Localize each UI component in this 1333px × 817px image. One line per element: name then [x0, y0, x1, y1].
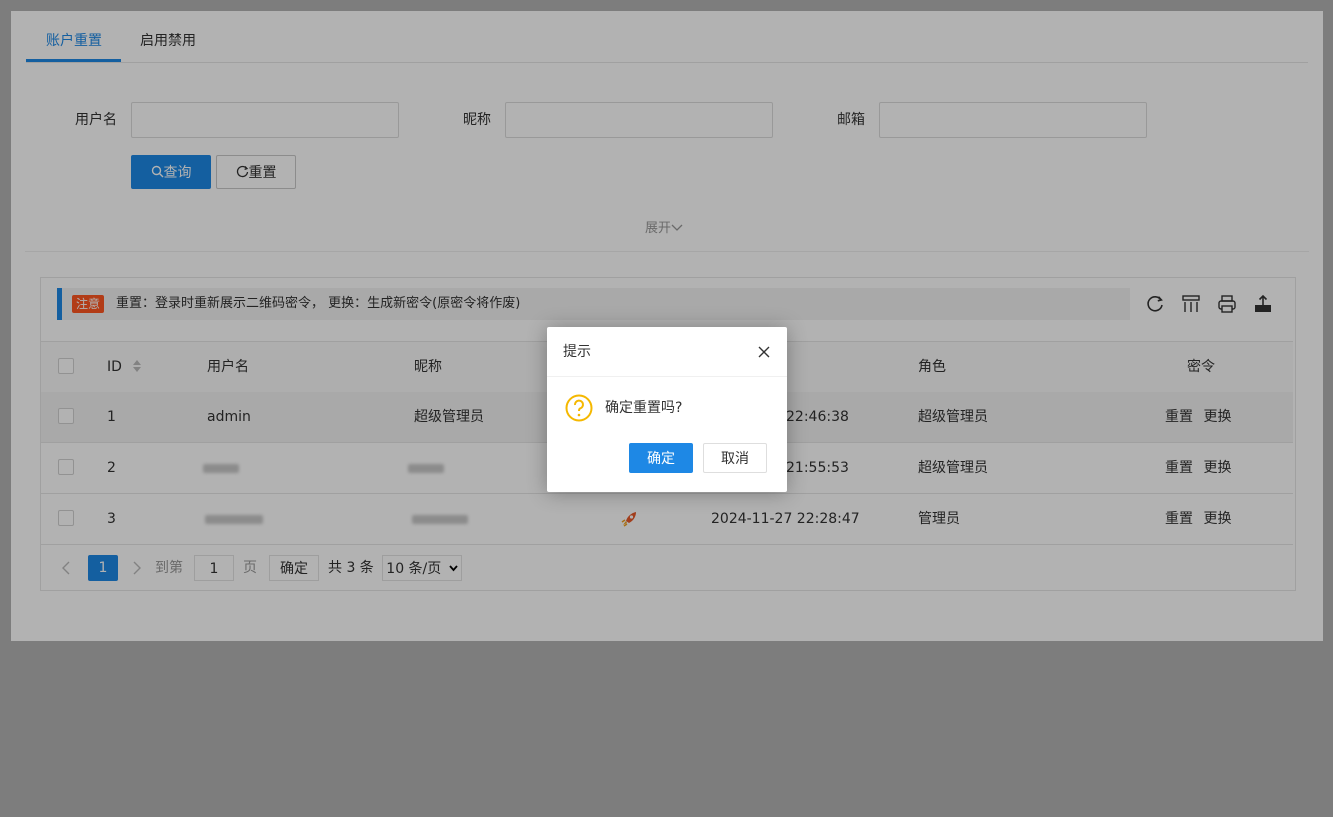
cancel-button[interactable]: 取消 [703, 443, 767, 473]
confirm-dialog: 提示 确定重置吗? 确定 取消 [547, 327, 787, 492]
close-icon[interactable] [757, 345, 771, 359]
question-icon [565, 394, 593, 422]
dialog-title: 提示 [547, 327, 787, 377]
confirm-button[interactable]: 确定 [629, 443, 693, 473]
dialog-message: 确定重置吗? [605, 400, 683, 416]
